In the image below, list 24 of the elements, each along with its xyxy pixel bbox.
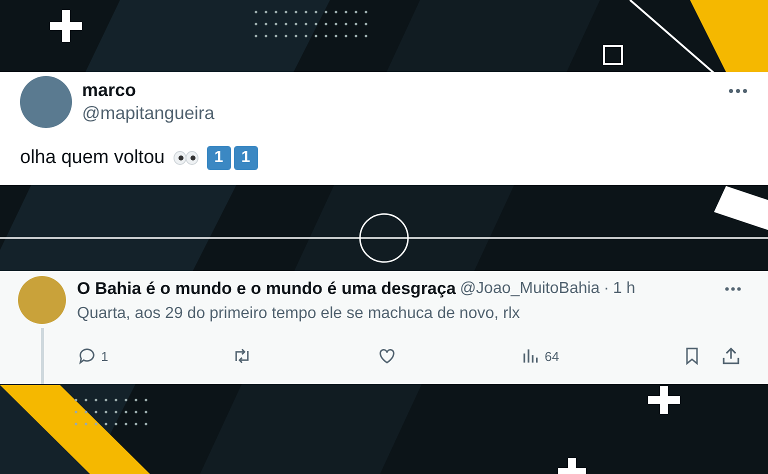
center-circle [359, 213, 409, 263]
plus-shape [648, 386, 680, 414]
user-name: O Bahia é o mundo e o mundo é uma desgraça [77, 279, 456, 299]
user-handle: @Joao_MuitoBahia [460, 280, 600, 298]
keycap-digit: 1 [234, 146, 258, 170]
user-name: marco [82, 80, 138, 101]
reply-text: Quarta, aos 29 do primeiro tempo ele se machuca de novo, rlx [77, 305, 521, 323]
comment-icon[interactable] [77, 346, 97, 366]
more-icon[interactable] [724, 286, 742, 292]
keycap-digit: 1 [206, 146, 231, 170]
post-text: olha quem voltou [20, 147, 165, 169]
reply-count: 1 [101, 348, 108, 364]
post-time: 1 h [613, 280, 636, 298]
plus-shape [50, 10, 82, 42]
square-outline [603, 45, 623, 65]
more-icon[interactable] [728, 88, 748, 94]
separator-dot: · [604, 280, 610, 298]
avatar-photo-placeholder [18, 276, 66, 324]
avatar-photo-placeholder [20, 76, 72, 128]
user-handle: @mapitangueira [82, 103, 216, 124]
plus-shape [558, 458, 586, 474]
thread-line [40, 328, 44, 384]
eyes-icon [172, 151, 199, 165]
view-count: 64 [544, 348, 560, 364]
